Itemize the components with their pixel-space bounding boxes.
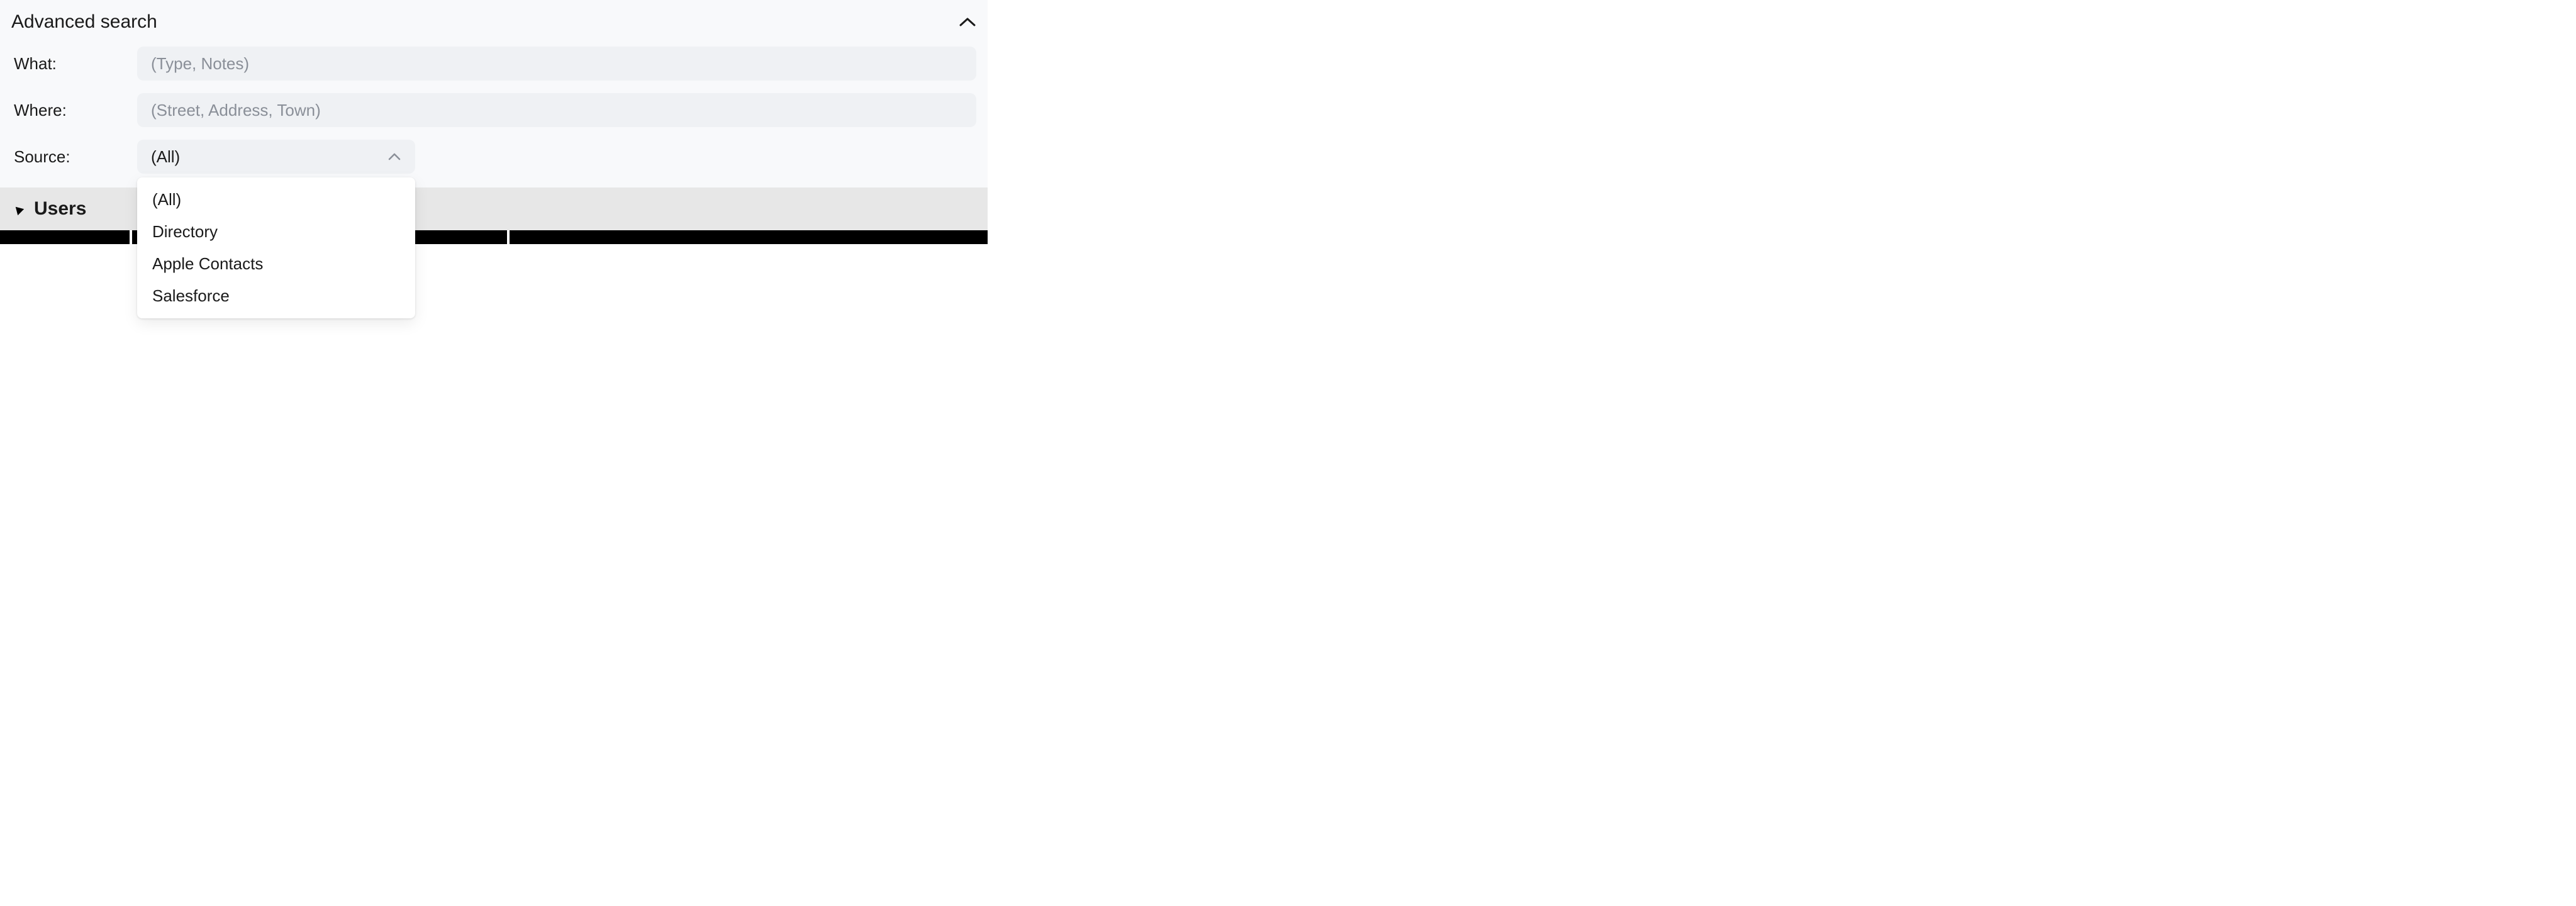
disclosure-triangle-icon	[13, 204, 24, 215]
source-option-all[interactable]: (All)	[137, 184, 415, 216]
what-input-wrap	[137, 47, 976, 81]
source-select[interactable]: (All)	[137, 140, 415, 174]
chevron-up-icon	[388, 152, 401, 161]
users-group-title: Users	[34, 198, 86, 220]
source-option-directory[interactable]: Directory	[137, 216, 415, 248]
source-option-apple-contacts[interactable]: Apple Contacts	[137, 248, 415, 280]
where-input-wrap	[137, 93, 976, 127]
advanced-search-title: Advanced search	[11, 11, 157, 33]
source-selected-value: (All)	[151, 147, 180, 167]
what-row: What:	[11, 47, 976, 81]
collapse-panel-chevron-icon[interactable]	[959, 16, 976, 28]
where-input[interactable]	[137, 93, 976, 127]
where-label: Where:	[11, 101, 137, 120]
advanced-search-panel: Advanced search What: Where: Source: (Al…	[0, 0, 988, 187]
what-input[interactable]	[137, 47, 976, 81]
advanced-search-header: Advanced search	[11, 11, 976, 33]
advanced-search-container: Advanced search What: Where: Source: (Al…	[0, 0, 988, 244]
what-label: What:	[11, 54, 137, 74]
source-row: Source: (All) (All) Directory Apple Cont…	[11, 140, 976, 174]
source-dropdown: (All) Directory Apple Contacts Salesforc…	[137, 177, 415, 318]
where-row: Where:	[11, 93, 976, 127]
source-option-salesforce[interactable]: Salesforce	[137, 280, 415, 312]
source-select-wrap: (All) (All) Directory Apple Contacts Sal…	[137, 140, 415, 174]
source-label: Source:	[11, 147, 137, 167]
